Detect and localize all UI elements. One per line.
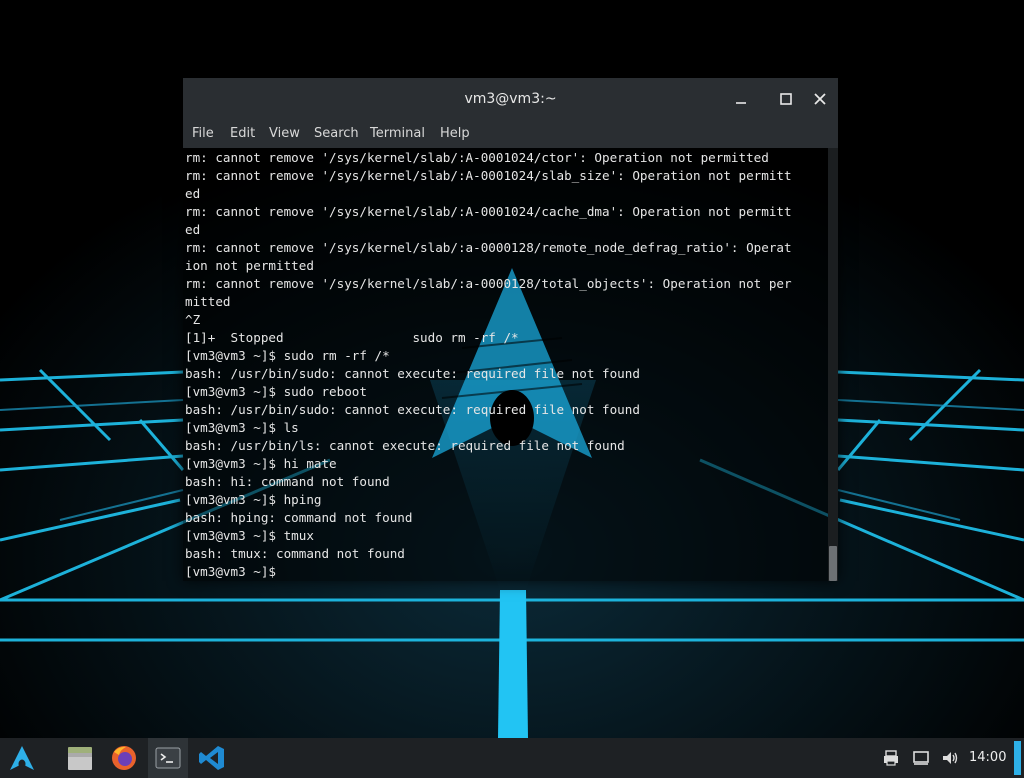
menu-edit[interactable]: Edit [230,126,255,141]
terminal-line: [vm3@vm3 ~]$ tmux [185,528,314,543]
terminal-scrollbar[interactable] [828,148,838,581]
terminal-line: rm: cannot remove '/sys/kernel/slab/:A-0… [185,150,769,165]
terminal-prompt[interactable]: [vm3@vm3 ~]$ [185,563,276,581]
terminal-window[interactable]: vm3@vm3:~ File Edit View Search Terminal… [183,78,838,581]
taskbar: 14:00 [0,738,1024,778]
taskbar-firefox[interactable] [104,738,144,778]
maximize-icon[interactable] [775,88,797,110]
scrollbar-thumb[interactable] [829,546,837,581]
terminal-line: bash: /usr/bin/ls: cannot execute: requi… [185,438,625,453]
volume-icon[interactable] [940,748,960,768]
terminal-line: [1]+ Stopped sudo rm -rf /* [185,330,519,345]
vscode-icon [199,746,224,770]
terminal-line: bash: /usr/bin/sudo: cannot execute: req… [185,402,640,417]
terminal-line: ed [185,186,201,201]
menu-file[interactable]: File [192,126,214,141]
window-titlebar[interactable]: vm3@vm3:~ [183,78,838,120]
minimize-icon[interactable] [730,88,752,110]
menu-view[interactable]: View [269,126,300,141]
terminal-line: bash: hping: command not found [185,510,413,525]
file-manager-icon [68,747,92,770]
terminal-line: mitted [185,294,231,309]
terminal-line: rm: cannot remove '/sys/kernel/slab/:A-0… [185,204,792,219]
menu-search[interactable]: Search [314,126,359,141]
firefox-icon [112,746,136,770]
taskbar-vscode[interactable] [192,738,232,778]
close-icon[interactable] [809,88,831,110]
terminal-line: rm: cannot remove '/sys/kernel/slab/:a-0… [185,276,792,291]
menu-help[interactable]: Help [440,126,470,141]
terminal-icon [155,747,181,769]
application-launcher[interactable] [2,738,42,778]
terminal-line: bash: /usr/bin/sudo: cannot execute: req… [185,366,640,381]
network-icon[interactable] [911,748,931,768]
terminal-line: rm: cannot remove '/sys/kernel/slab/:a-0… [185,240,792,255]
terminal-output[interactable]: rm: cannot remove '/sys/kernel/slab/:A-0… [183,148,828,581]
terminal-line: [vm3@vm3 ~]$ ls [185,420,299,435]
terminal-line: [vm3@vm3 ~]$ sudo rm -rf /* [185,348,390,363]
taskbar-file-manager[interactable] [60,738,100,778]
terminal-line: ion not permitted [185,258,314,273]
terminal-line: bash: hi: command not found [185,474,390,489]
taskbar-terminal[interactable] [148,738,188,778]
show-desktop-button[interactable] [1014,741,1021,775]
terminal-line: [vm3@vm3 ~]$ sudo reboot [185,384,367,399]
terminal-line: bash: tmux: command not found [185,546,405,561]
terminal-line: rm: cannot remove '/sys/kernel/slab/:A-0… [185,168,792,183]
terminal-line: ^Z [185,312,201,327]
terminal-line: [vm3@vm3 ~]$ hping [185,492,322,507]
printer-icon[interactable] [881,748,901,768]
menu-terminal[interactable]: Terminal [370,126,425,141]
taskbar-clock[interactable]: 14:00 [969,738,1006,778]
terminal-line: [vm3@vm3 ~]$ hi mate [185,456,337,471]
terminal-line: ed [185,222,201,237]
arch-logo-icon [10,746,34,770]
menu-bar: File Edit View Search Terminal Help [183,120,838,148]
